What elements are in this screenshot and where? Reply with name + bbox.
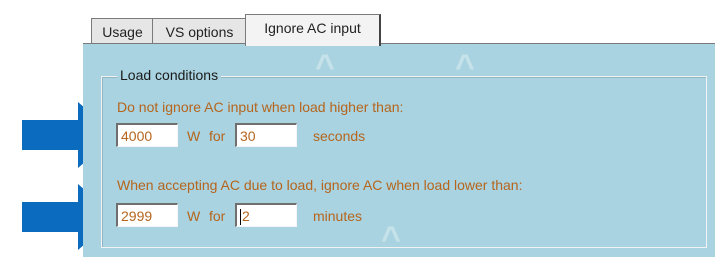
tab-panel: ^ ^ ^ Load conditions Do not ignore AC i… [83, 43, 715, 257]
row2-time-unit: minutes [313, 208, 363, 224]
tab-ignore-ac-input[interactable]: Ignore AC input [245, 14, 381, 46]
row2-heading: When accepting AC due to load, ignore AC… [117, 177, 523, 193]
row1-heading: Do not ignore AC input when load higher … [117, 99, 404, 115]
tab-usage[interactable]: Usage [91, 18, 154, 45]
row1-time-unit: seconds [313, 128, 366, 144]
time-low-input[interactable]: 2 [235, 203, 297, 227]
row1-for-label: for [209, 128, 226, 144]
tab-vs-options[interactable]: VS options [152, 18, 247, 45]
load-low-input[interactable]: 2999 [116, 203, 178, 227]
settings-window: Usage VS options Ignore AC input ^ ^ ^ L… [83, 0, 715, 257]
group-title: Load conditions [117, 67, 222, 83]
row2-for-label: for [209, 208, 226, 224]
row1-unit-w: W [187, 128, 201, 144]
time-low-value: 2 [242, 208, 250, 224]
text-caret [240, 209, 241, 226]
load-high-input[interactable]: 4000 [116, 123, 178, 147]
row2-unit-w: W [187, 208, 201, 224]
time-high-input[interactable]: 30 [235, 123, 297, 147]
